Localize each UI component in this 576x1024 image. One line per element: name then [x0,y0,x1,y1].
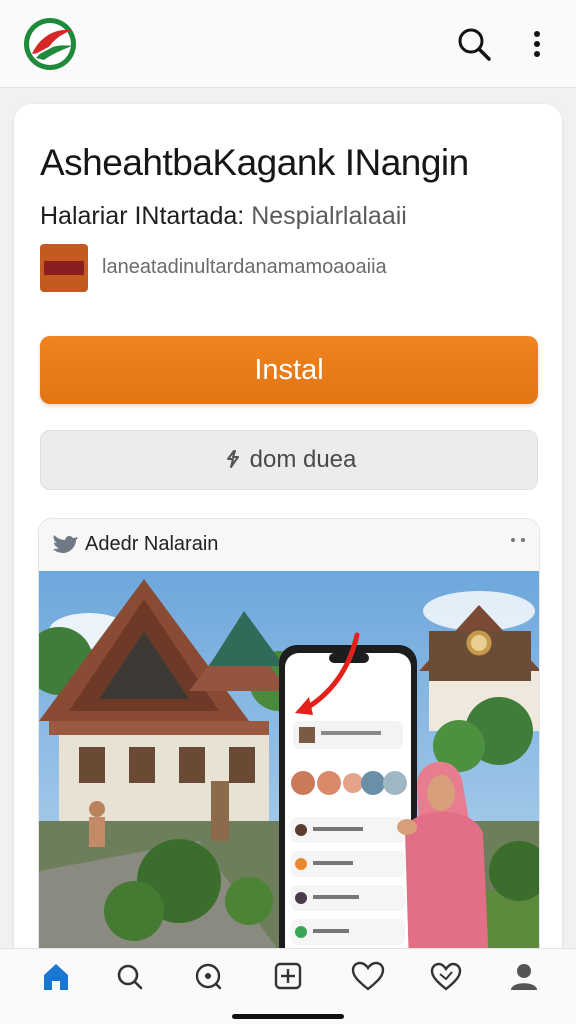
bird-icon [53,535,78,553]
secondary-button-label: dom duea [249,446,357,473]
promo-image[interactable] [39,571,540,964]
secondary-button[interactable]: dom duea [40,430,538,490]
developer-icon [40,244,88,292]
favorites-icon[interactable] [348,959,388,995]
more-horizontal-icon[interactable] [509,535,529,545]
link-icon [226,449,239,468]
home-icon[interactable] [36,959,76,995]
likes-icon[interactable] [426,959,466,995]
app-detail-card: AsheahtbaKagank INangin Halariar INtarta… [14,104,562,964]
subtitle-value: Nespialrlalaaii [251,202,407,230]
bottom-navigation [0,948,576,1024]
profile-icon[interactable] [504,959,544,995]
search-icon[interactable] [454,24,494,64]
developer-row[interactable]: laneatadinultardanamamoaoaiia [40,244,540,292]
more-vertical-icon[interactable] [520,24,554,64]
app-title: AsheahtbaKagank INangin [40,142,469,183]
install-button[interactable]: Instal [40,336,538,404]
home-indicator [232,1014,344,1019]
leaf-logo-icon[interactable] [22,16,78,72]
explore-icon[interactable] [188,959,228,995]
media-title: Adedr Nalarain [85,533,219,555]
app-subtitle: Halariar INtartada: Nespialrlalaaii [40,202,540,231]
search-icon[interactable] [110,959,150,995]
top-app-bar [0,0,576,88]
subtitle-label: Halariar INtartada: [40,202,245,230]
media-card: Adedr Nalarain [38,518,540,964]
add-icon[interactable] [268,959,308,995]
developer-name: laneatadinultardanamamoaoaiia [102,256,387,278]
